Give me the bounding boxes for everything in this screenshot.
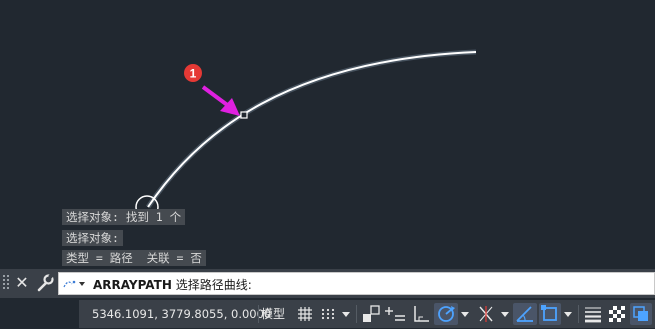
marker-number: 1 <box>190 67 197 81</box>
close-icon[interactable]: ✕ <box>12 272 32 294</box>
object-snap-dropdown-icon[interactable] <box>562 303 574 325</box>
grip-square[interactable] <box>240 111 248 119</box>
lineweight-icon[interactable] <box>582 303 604 325</box>
history-line-1: 选择对象: 找到 1 个 <box>62 209 186 225</box>
isometric-dropdown-icon[interactable] <box>499 303 511 325</box>
grid-icon[interactable] <box>295 303 315 325</box>
command-prompt: 选择路径曲线: <box>171 278 252 292</box>
isometric-drafting-icon[interactable] <box>474 303 498 325</box>
selection-cycling-icon[interactable] <box>630 303 652 325</box>
drag-grip-icon[interactable] <box>3 275 9 292</box>
polar-tracking-icon[interactable] <box>434 303 458 325</box>
polar-dropdown-icon[interactable] <box>459 303 471 325</box>
callout-arrow <box>201 85 232 109</box>
status-bar: 5346.1091, 3779.8055, 0.0000 模型 <box>0 299 655 329</box>
dynamic-input-icon[interactable] <box>385 303 407 325</box>
history-line-3: 类型 = 路径 关联 = 否 <box>62 250 206 266</box>
snap-mode-icon[interactable] <box>318 303 338 325</box>
drawing-canvas[interactable]: 1 选择对象: 找到 1 个 选择对象: 类型 = 路径 关联 = 否 <box>0 0 655 268</box>
wrench-icon[interactable] <box>34 272 56 294</box>
command-line: ✕ ARRAYPATH 选择路径曲线: <box>0 269 655 298</box>
history-line-2: 选择对象: <box>62 230 123 246</box>
model-space-button[interactable]: 模型 <box>261 305 285 322</box>
snap-dropdown-icon[interactable] <box>340 303 352 325</box>
command-name: ARRAYPATH <box>93 278 172 292</box>
recent-commands-icon[interactable] <box>62 276 88 292</box>
command-input[interactable]: ARRAYPATH 选择路径曲线: <box>58 272 655 295</box>
infer-constraints-icon[interactable] <box>360 303 382 325</box>
object-snap-icon[interactable] <box>539 303 561 325</box>
transparency-icon[interactable] <box>606 303 628 325</box>
ortho-mode-icon[interactable] <box>410 303 432 325</box>
object-snap-tracking-icon[interactable] <box>513 303 537 325</box>
drawing-svg[interactable]: 1 <box>0 0 655 268</box>
coordinates-readout[interactable]: 5346.1091, 3779.8055, 0.0000 <box>92 307 271 321</box>
